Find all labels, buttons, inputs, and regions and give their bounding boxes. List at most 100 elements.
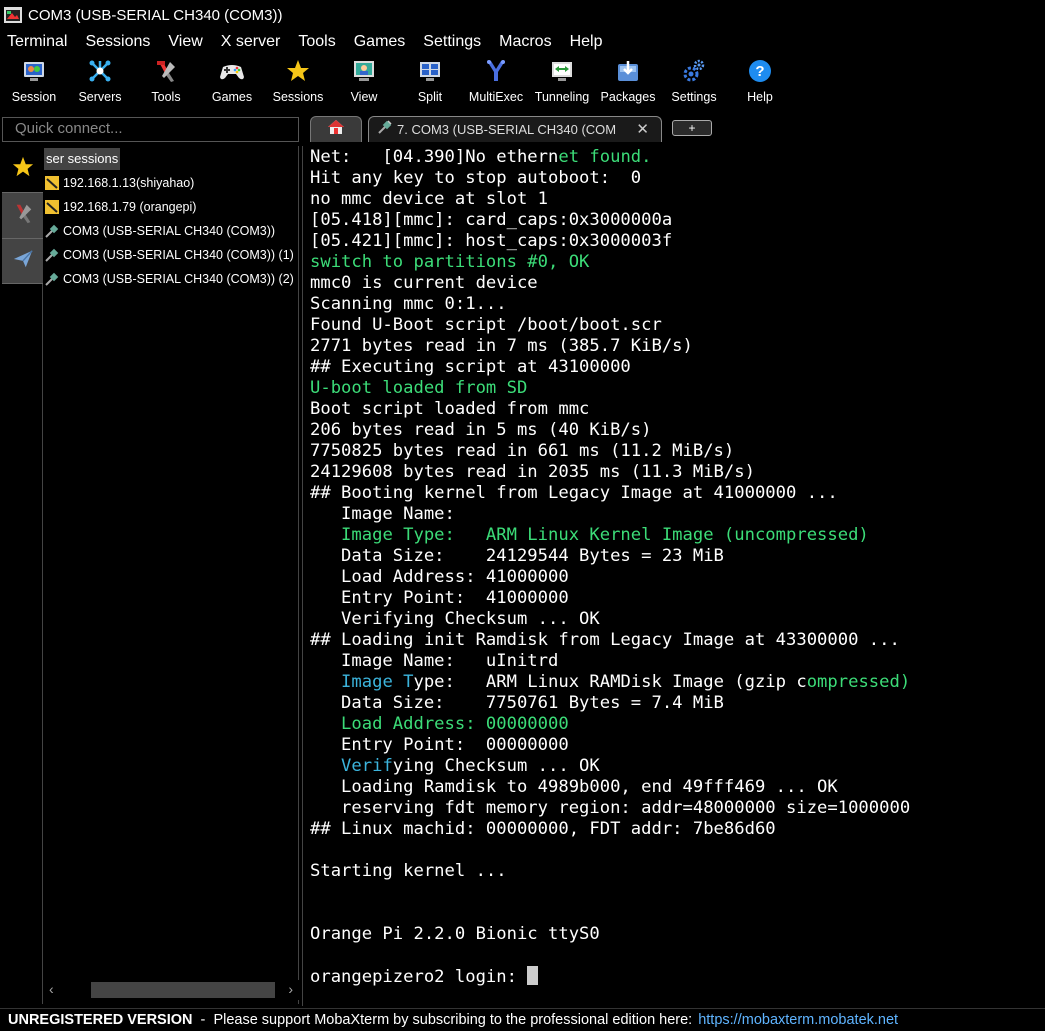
terminal-line: Found U-Boot script /boot/boot.scr bbox=[310, 315, 662, 335]
split-button[interactable]: Split bbox=[397, 56, 463, 110]
sidebar-tab-tools[interactable] bbox=[2, 192, 43, 238]
terminal-line: Load Address: 41000000 bbox=[310, 567, 569, 587]
menu-macros[interactable]: Macros bbox=[499, 33, 551, 51]
servers-button[interactable]: Servers bbox=[67, 56, 133, 110]
menu-tools[interactable]: Tools bbox=[298, 33, 335, 51]
terminal-line: Verifying Checksum ... OK bbox=[341, 756, 600, 776]
terminal-output[interactable]: Net: [04.390]No ethernet found. Hit any k… bbox=[302, 146, 1045, 1006]
session-button[interactable]: Session bbox=[1, 56, 67, 110]
terminal-line: Image Name: uInitrd bbox=[310, 651, 559, 671]
terminal-line: U-boot loaded from SD bbox=[310, 378, 528, 398]
chevron-left-icon[interactable]: ‹ bbox=[49, 981, 54, 997]
unregistered-label: UNREGISTERED VERSION bbox=[8, 1012, 193, 1028]
gamepad-icon bbox=[219, 58, 245, 84]
help-button[interactable]: ? Help bbox=[727, 56, 793, 110]
terminal-line: Verifying Checksum ... OK bbox=[310, 609, 600, 629]
settings-icon bbox=[681, 58, 707, 84]
scrollbar-thumb[interactable] bbox=[91, 982, 275, 998]
sidebar-tab-macros[interactable] bbox=[2, 238, 43, 284]
tab-bar: 7. COM3 (USB-SERIAL CH340 (COM ✕ + bbox=[302, 114, 1045, 144]
terminal-line: orangepizero2 login: bbox=[310, 966, 1045, 987]
user-sessions-folder[interactable]: ser sessions bbox=[44, 148, 121, 170]
menu-sessions[interactable]: Sessions bbox=[85, 33, 150, 51]
tunneling-icon bbox=[549, 58, 575, 84]
tab-com3-session[interactable]: 7. COM3 (USB-SERIAL CH340 (COM ✕ bbox=[368, 116, 662, 142]
view-icon bbox=[351, 58, 377, 84]
terminal-line: switch to partitions #0, OK bbox=[310, 252, 590, 272]
home-icon bbox=[327, 119, 345, 140]
new-tab-button[interactable]: + bbox=[672, 120, 712, 136]
menu-settings[interactable]: Settings bbox=[423, 33, 481, 51]
terminal-line: reserving fdt memory region: addr=480000… bbox=[310, 798, 911, 818]
terminal-line: Image Name: bbox=[310, 504, 455, 524]
terminal-line: no mmc device at slot 1 bbox=[310, 189, 548, 209]
mobaxterm-link[interactable]: https://mobaxterm.mobatek.net bbox=[698, 1012, 898, 1028]
terminal-line: Entry Point: 00000000 bbox=[310, 735, 569, 755]
tools-icon bbox=[153, 58, 179, 84]
serial-session-icon bbox=[43, 246, 61, 264]
ssh-session-icon bbox=[43, 198, 61, 216]
session-icon bbox=[21, 58, 47, 84]
terminal-line: Image Type: ARM Linux Kernel Image (unco… bbox=[341, 525, 869, 545]
terminal-line: ## Executing script at 43100000 bbox=[310, 357, 631, 377]
tab-label: 7. COM3 (USB-SERIAL CH340 (COM bbox=[397, 122, 617, 137]
sessions-scrollbar[interactable]: ‹ › bbox=[43, 980, 299, 1000]
quick-connect-input[interactable]: Quick connect... bbox=[2, 117, 299, 142]
terminal-line: Image Type: ARM Linux RAMDisk Image (gzi… bbox=[341, 672, 911, 692]
close-icon[interactable]: ✕ bbox=[636, 120, 649, 138]
svg-text:?: ? bbox=[755, 63, 764, 80]
serial-session-icon bbox=[377, 119, 393, 140]
terminal-line: Loading Ramdisk to 4989b000, end 49fff46… bbox=[310, 777, 838, 797]
menu-bar: Terminal Sessions View X server Tools Ga… bbox=[0, 30, 1045, 54]
servers-icon bbox=[87, 58, 113, 84]
menu-terminal[interactable]: Terminal bbox=[7, 33, 67, 51]
terminal-line: ## Booting kernel from Legacy Image at 4… bbox=[310, 483, 838, 503]
terminal-line: Data Size: 7750761 Bytes = 7.4 MiB bbox=[310, 693, 724, 713]
multiexec-button[interactable]: MultiExec bbox=[463, 56, 529, 110]
sessions-button[interactable]: Sessions bbox=[265, 56, 331, 110]
sidebar-tabs bbox=[2, 146, 43, 1004]
paper-plane-icon bbox=[12, 248, 34, 275]
terminal-line: Scanning mmc 0:1... bbox=[310, 294, 507, 314]
terminal-line: Data Size: 24129544 Bytes = 23 MiB bbox=[310, 546, 724, 566]
window-title: COM3 (USB-SERIAL CH340 (COM3)) bbox=[28, 6, 283, 24]
terminal-line: Load Address: 00000000 bbox=[341, 714, 569, 734]
ssh-session-icon bbox=[43, 174, 61, 192]
session-item[interactable]: 192.168.1.13(shiyahao) bbox=[43, 172, 194, 194]
terminal-line: Boot script loaded from mmc bbox=[310, 399, 590, 419]
terminal-line: Orange Pi 2.2.0 Bionic ttyS0 bbox=[310, 924, 600, 944]
menu-view[interactable]: View bbox=[168, 33, 202, 51]
menu-games[interactable]: Games bbox=[354, 33, 406, 51]
tab-home[interactable] bbox=[310, 116, 362, 142]
app-icon bbox=[4, 7, 22, 23]
terminal-line: Net: [04.390]No ethernet found. bbox=[310, 147, 652, 167]
terminal-line: 206 bytes read in 5 ms (40 KiB/s) bbox=[310, 420, 652, 440]
packages-button[interactable]: Packages bbox=[595, 56, 661, 110]
tools-button[interactable]: Tools bbox=[133, 56, 199, 110]
sidebar-tab-sessions[interactable] bbox=[2, 146, 43, 192]
session-item[interactable]: 192.168.1.79 (orangepi) bbox=[43, 196, 196, 218]
title-bar: COM3 (USB-SERIAL CH340 (COM3)) bbox=[0, 0, 1045, 30]
toolbar: Session Servers Tools Games Sessions Vie… bbox=[0, 54, 1045, 114]
terminal-line: 24129608 bytes read in 2035 ms (11.3 MiB… bbox=[310, 462, 755, 482]
session-item[interactable]: COM3 (USB-SERIAL CH340 (COM3)) (2) bbox=[43, 268, 294, 290]
menu-x-server[interactable]: X server bbox=[221, 33, 281, 51]
session-item[interactable]: COM3 (USB-SERIAL CH340 (COM3)) bbox=[43, 220, 275, 242]
sessions-panel: ser sessions 192.168.1.13(shiyahao) 192.… bbox=[43, 146, 299, 1004]
terminal-line: Entry Point: 41000000 bbox=[310, 588, 569, 608]
tunneling-button[interactable]: Tunneling bbox=[529, 56, 595, 110]
games-button[interactable]: Games bbox=[199, 56, 265, 110]
terminal-line: mmc0 is current device bbox=[310, 273, 538, 293]
view-button[interactable]: View bbox=[331, 56, 397, 110]
settings-button[interactable]: Settings bbox=[661, 56, 727, 110]
menu-help[interactable]: Help bbox=[570, 33, 603, 51]
terminal-line: 2771 bytes read in 7 ms (385.7 KiB/s) bbox=[310, 336, 693, 356]
chevron-right-icon[interactable]: › bbox=[288, 981, 293, 997]
serial-session-icon bbox=[43, 222, 61, 240]
session-item[interactable]: COM3 (USB-SERIAL CH340 (COM3)) (1) bbox=[43, 244, 294, 266]
terminal-line: ## Loading init Ramdisk from Legacy Imag… bbox=[310, 630, 900, 650]
terminal-cursor bbox=[527, 966, 539, 985]
